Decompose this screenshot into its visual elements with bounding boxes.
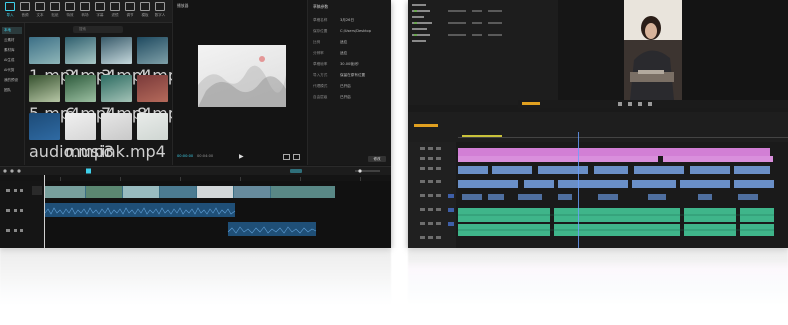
timeline-panel — [0, 166, 391, 248]
audio-icon — [20, 2, 30, 11]
fullscreen-icon[interactable] — [283, 154, 290, 160]
sticker-icon — [50, 2, 60, 11]
media-thumbnail[interactable] — [29, 37, 60, 64]
sidebar-item[interactable]: 云素材 — [2, 37, 22, 44]
toolbar-label: 文本 — [36, 13, 44, 17]
transition-icon — [80, 2, 90, 11]
sidebar-item[interactable]: 团队 — [2, 87, 22, 94]
properties-title: 草稿参数 — [313, 4, 329, 9]
sidebar-item[interactable]: 我的预设 — [2, 77, 22, 84]
media-thumbnail[interactable] — [137, 113, 168, 140]
toolbar-import-button[interactable]: 导入 — [4, 2, 16, 20]
avatar-icon — [155, 2, 165, 11]
property-value: 适应 — [340, 51, 348, 55]
media-sidebar: 本地云素材素材库 AI生成 AI代剪我的预设团队 — [0, 23, 25, 165]
media-thumbnail[interactable] — [29, 75, 60, 102]
modify-button[interactable]: 修改 — [368, 156, 386, 162]
media-thumbnail[interactable] — [137, 75, 168, 102]
toolbar-adjust-button[interactable]: 调节 — [124, 2, 136, 20]
import-icon — [5, 2, 15, 11]
property-label: 草稿名称 — [313, 18, 328, 22]
toolbar-sticker-button[interactable]: 贴纸 — [49, 2, 61, 20]
media-thumbnail[interactable] — [101, 37, 132, 64]
property-value: 3月26日 — [340, 18, 355, 22]
toolbar-audio-button[interactable]: 音频 — [19, 2, 31, 20]
property-label: 代理模式 — [313, 84, 328, 88]
toolbar-caption-button[interactable]: 字幕 — [94, 2, 106, 20]
effects-icon — [65, 2, 75, 11]
property-label: 比例 — [313, 40, 321, 44]
media-thumbnail[interactable] — [65, 113, 96, 140]
toolbar-label: 特效 — [66, 13, 74, 17]
toolbar-effects-button[interactable]: 特效 — [64, 2, 76, 20]
preview-title: 播放器 — [177, 3, 189, 8]
sidebar-item[interactable]: 本地 — [2, 27, 22, 34]
toolbar-transition-button[interactable]: 转场 — [79, 2, 91, 20]
toolbar-label: 调节 — [126, 13, 134, 17]
media-thumbnail[interactable] — [65, 75, 96, 102]
play-icon[interactable]: ▶ — [239, 153, 244, 160]
toolbar-label: 音频 — [21, 13, 29, 17]
media-thumbnail[interactable] — [101, 75, 132, 102]
sidebar-item[interactable]: 素材库 — [2, 47, 22, 54]
toolbar-label: 转场 — [81, 13, 89, 17]
property-value: 30.00帧/秒 — [340, 62, 359, 66]
property-label: 草稿帧率 — [313, 62, 328, 66]
toolbar-label: 数字人 — [154, 13, 166, 17]
sidebar-item[interactable]: AI代剪 — [2, 67, 22, 74]
media-thumbnail[interactable] — [101, 113, 132, 140]
toolbar-filter-button[interactable]: 滤镜 — [109, 2, 121, 20]
media-search-input[interactable]: 搜索 — [73, 26, 123, 33]
premiere-interface — [408, 0, 788, 248]
timeline-graphic — [0, 167, 391, 248]
filter-icon — [110, 2, 120, 11]
property-value: 保留在原有位置 — [340, 73, 366, 77]
thumbnail-caption: ink.mp4 — [101, 142, 166, 161]
reflection-fade — [0, 248, 788, 325]
toolbar-label: 模板 — [141, 13, 149, 17]
property-value: C:/Users/Desktop — [340, 29, 372, 33]
toolbar-label: 字幕 — [96, 13, 104, 17]
ratio-icon[interactable] — [293, 154, 300, 160]
media-panel: 全部 搜索 1.mp42.mp43.mp44.mp45.mp46.mp47.mp… — [25, 23, 188, 165]
sidebar-item[interactable]: AI生成 — [2, 57, 22, 64]
video-editor-window: 导入 音频 文本 贴纸 特效 转场 字幕 滤镜 调节 模板 数字人 本地云素材素材库 AI生成 AI代剪… — [0, 0, 391, 248]
toolbar-label: 滤镜 — [111, 13, 119, 17]
property-value: 已开启 — [340, 84, 351, 88]
toolbar-label: 导入 — [6, 13, 14, 17]
caption-icon — [95, 2, 105, 11]
media-thumbnail[interactable] — [137, 37, 168, 64]
property-label: 自由层级 — [313, 95, 328, 99]
toolbar-text-button[interactable]: 文本 — [34, 2, 46, 20]
ink-landscape-image — [198, 56, 286, 107]
property-label: 导入方式 — [313, 73, 328, 77]
media-thumbnail[interactable] — [65, 37, 96, 64]
premiere-editor-window — [408, 0, 788, 248]
toolbar-template-button[interactable]: 模板 — [139, 2, 151, 20]
property-label: 分辨率 — [313, 51, 324, 55]
template-icon — [140, 2, 150, 11]
property-value: 适应 — [340, 40, 348, 44]
media-thumbnail[interactable] — [29, 113, 60, 140]
preview-panel: 播放器 00:00:00 00:04:00 ▶ — [172, 0, 307, 165]
adjust-icon — [125, 2, 135, 11]
properties-panel: 草稿参数 草稿名称 3月26日 保存位置 C:/Users/Desktop 比例 适应 分辨… — [307, 0, 391, 165]
total-timecode: 00:04:00 — [197, 154, 214, 158]
current-timecode: 00:00:00 — [177, 154, 194, 158]
property-label: 保存位置 — [313, 29, 328, 33]
toolbar-label: 贴纸 — [51, 13, 59, 17]
toolbar-avatar-button[interactable]: 数字人 — [154, 2, 166, 20]
preview-frame — [198, 45, 286, 107]
text-icon — [35, 2, 45, 11]
property-value: 已开启 — [340, 95, 351, 99]
